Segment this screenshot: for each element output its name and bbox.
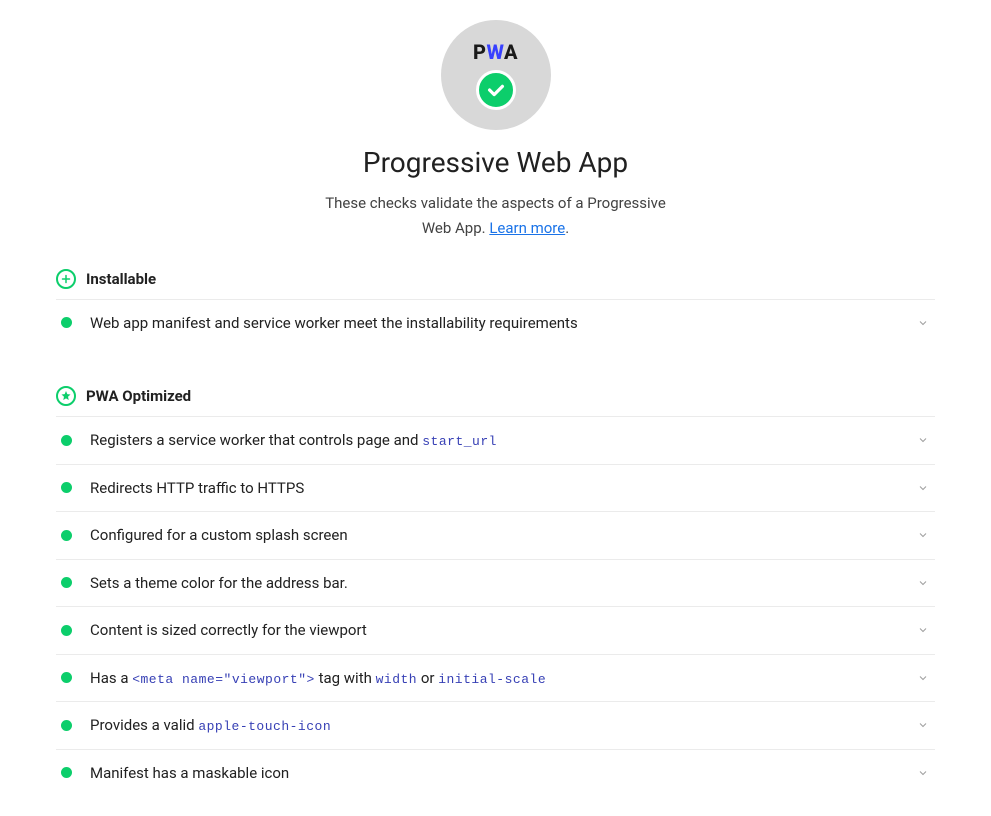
pass-dot-icon bbox=[61, 530, 72, 541]
section-pwa-optimized: PWA Optimized Registers a service worker… bbox=[56, 386, 935, 796]
pass-dot-icon bbox=[61, 435, 72, 446]
section-title: Installable bbox=[86, 270, 156, 288]
code-snippet: start_url bbox=[422, 434, 497, 449]
audit-label: Configured for a custom splash screen bbox=[90, 524, 915, 547]
audit-label: Redirects HTTP traffic to HTTPS bbox=[90, 477, 915, 500]
pass-dot-icon bbox=[61, 720, 72, 731]
code-snippet: initial-scale bbox=[438, 672, 546, 687]
chevron-down-icon bbox=[915, 765, 931, 781]
section-header-installable: Installable bbox=[56, 269, 935, 299]
chevron-down-icon bbox=[915, 527, 931, 543]
section-installable: Installable Web app manifest and service… bbox=[56, 269, 935, 347]
chevron-down-icon bbox=[915, 622, 931, 638]
pass-dot-icon bbox=[61, 577, 72, 588]
pass-check-icon bbox=[476, 70, 516, 110]
audit-label: Has a <meta name="viewport"> tag with wi… bbox=[90, 667, 915, 690]
chevron-down-icon bbox=[915, 315, 931, 331]
audit-label: Content is sized correctly for the viewp… bbox=[90, 619, 915, 642]
audit-label: Registers a service worker that controls… bbox=[90, 429, 915, 452]
pwa-header: PWA Progressive Web App These checks val… bbox=[56, 20, 935, 241]
audit-label: Manifest has a maskable icon bbox=[90, 762, 915, 785]
pass-dot-icon bbox=[61, 482, 72, 493]
chevron-down-icon bbox=[915, 670, 931, 686]
pwa-badge: PWA bbox=[441, 20, 551, 130]
audit-row[interactable]: Has a <meta name="viewport"> tag with wi… bbox=[56, 654, 935, 702]
section-header-optimized: PWA Optimized bbox=[56, 386, 935, 416]
chevron-down-icon bbox=[915, 432, 931, 448]
audit-row[interactable]: Configured for a custom splash screen bbox=[56, 511, 935, 559]
audit-row[interactable]: Web app manifest and service worker meet… bbox=[56, 299, 935, 347]
pwa-logo-text: PWA bbox=[473, 40, 518, 64]
audit-row[interactable]: Content is sized correctly for the viewp… bbox=[56, 606, 935, 654]
audit-row[interactable]: Sets a theme color for the address bar. bbox=[56, 559, 935, 607]
chevron-down-icon bbox=[915, 575, 931, 591]
audit-label: Provides a valid apple-touch-icon bbox=[90, 714, 915, 737]
pass-dot-icon bbox=[61, 767, 72, 778]
star-circle-icon bbox=[56, 386, 76, 406]
audit-row[interactable]: Provides a valid apple-touch-icon bbox=[56, 701, 935, 749]
code-snippet: apple-touch-icon bbox=[198, 719, 331, 734]
audit-label: Web app manifest and service worker meet… bbox=[90, 312, 915, 335]
code-snippet: width bbox=[376, 672, 418, 687]
page-subtitle: These checks validate the aspects of a P… bbox=[311, 191, 681, 241]
pass-dot-icon bbox=[61, 317, 72, 328]
audit-label: Sets a theme color for the address bar. bbox=[90, 572, 915, 595]
audit-row[interactable]: Registers a service worker that controls… bbox=[56, 416, 935, 464]
section-title: PWA Optimized bbox=[86, 387, 191, 405]
learn-more-link[interactable]: Learn more bbox=[489, 219, 565, 237]
chevron-down-icon bbox=[915, 717, 931, 733]
code-snippet: <meta name="viewport"> bbox=[132, 672, 315, 687]
chevron-down-icon bbox=[915, 480, 931, 496]
pass-dot-icon bbox=[61, 625, 72, 636]
plus-circle-icon bbox=[56, 269, 76, 289]
audit-row[interactable]: Redirects HTTP traffic to HTTPS bbox=[56, 464, 935, 512]
audit-row[interactable]: Manifest has a maskable icon bbox=[56, 749, 935, 797]
pass-dot-icon bbox=[61, 672, 72, 683]
page-title: Progressive Web App bbox=[363, 146, 628, 179]
